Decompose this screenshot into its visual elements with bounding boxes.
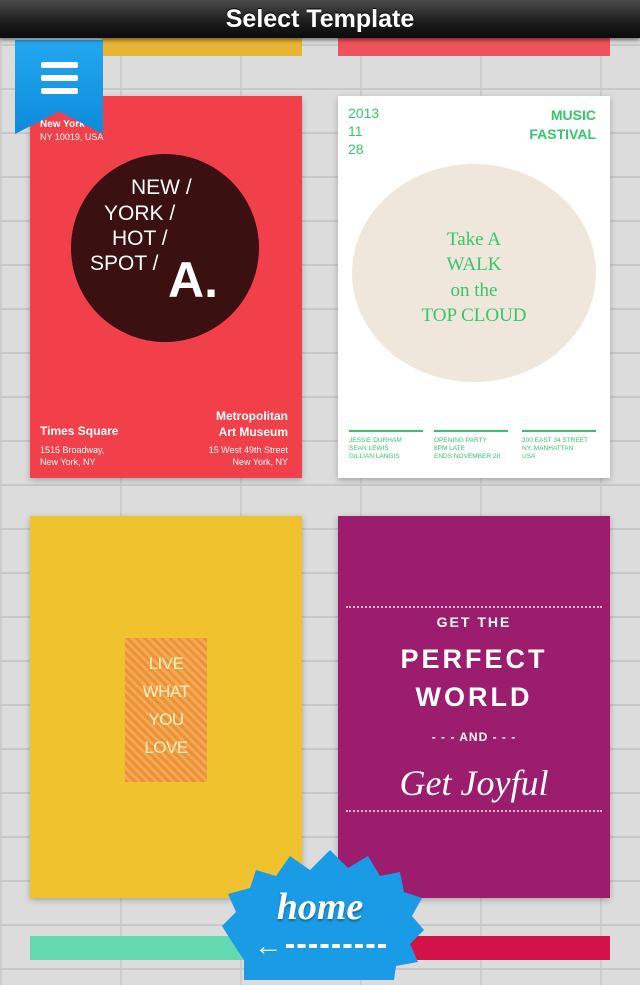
template-card-live-what-you-love[interactable]: LIVE WHAT YOU LOVE xyxy=(30,516,302,898)
template-card-new-york[interactable]: New York NY 10019, USA NEW / YORK / HOT … xyxy=(30,96,302,478)
card-left-subtitle: 1515 Broadway, New York, NY xyxy=(40,445,105,467)
arrow-left-icon: ← xyxy=(254,930,282,961)
card-line: WORLD xyxy=(415,682,533,712)
card-info-column: 300 EAST 34 STREET NY, MANHATTAN USA xyxy=(522,430,596,461)
card-word: NEW / xyxy=(131,176,192,199)
card-info-column: OPENING PARTY 8PM LATE ENDS NOVEMBER 28 xyxy=(434,430,508,461)
template-card-music-festival[interactable]: 2013 11 28 MUSIC FASTIVAL Take A WALK on… xyxy=(338,96,610,478)
card-festival-title: MUSIC FASTIVAL xyxy=(529,107,596,142)
card-left-title: Times Square xyxy=(40,424,119,438)
template-strip-top-right[interactable] xyxy=(338,38,610,56)
card-line: PERFECT xyxy=(400,644,548,674)
template-strip-top-left[interactable] xyxy=(102,38,302,56)
card-word: HOT / xyxy=(112,227,168,250)
card-line: YOU xyxy=(148,710,184,729)
home-label: home xyxy=(276,886,364,928)
card-headline: on the xyxy=(450,280,498,301)
page-title: Select Template xyxy=(225,5,415,33)
template-card-perfect-world[interactable]: GET THE PERFECT WORLD - - - AND - - - Ge… xyxy=(338,516,610,898)
home-button[interactable]: home ← xyxy=(214,850,426,980)
card-line: WHAT xyxy=(142,682,190,701)
card-right-subtitle: 15 West 49th Street New York, NY xyxy=(208,445,288,467)
card-date: 2013 11 28 xyxy=(348,105,380,157)
dotted-divider xyxy=(346,606,602,608)
card-info-column: JESSIE DURHAM SEAN LEWIS GILLIAN LANGIS xyxy=(349,430,423,461)
card-headline: WALK xyxy=(446,254,502,275)
card-line: LIVE xyxy=(148,654,184,673)
card-word: YORK / xyxy=(104,202,176,225)
top-bar: Select Template xyxy=(0,0,640,38)
card-line: GET THE xyxy=(436,614,512,630)
card-right-title: Metropolitan Art Museum xyxy=(216,409,288,439)
card-script-line: Get Joyful xyxy=(399,763,549,803)
card-headline: TOP CLOUD xyxy=(421,305,527,326)
card-striped-box: LIVE WHAT YOU LOVE xyxy=(125,638,207,782)
dotted-divider xyxy=(346,810,602,812)
card-line: - - - AND - - - xyxy=(431,730,517,744)
card-headline: Take A xyxy=(446,229,502,250)
dashed-line xyxy=(286,944,386,948)
card-word: SPOT / xyxy=(90,252,159,275)
card-big-letter: A. xyxy=(168,252,218,308)
card-line: LOVE xyxy=(144,738,188,757)
